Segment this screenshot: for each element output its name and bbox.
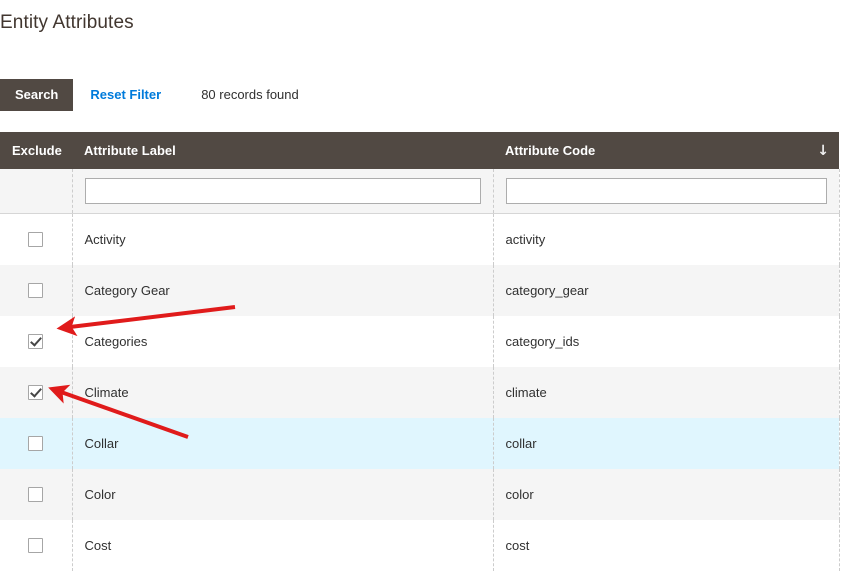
cell-attribute-label: Category Gear (72, 264, 494, 316)
header-row: Exclude Attribute Label Attribute Code ↓ (0, 132, 839, 169)
cell-exclude[interactable] (0, 519, 73, 571)
exclude-checkbox[interactable] (28, 385, 44, 401)
grid-action-bar: Search Reset Filter 80 records found (0, 79, 299, 111)
filter-cell-attribute-code (493, 169, 840, 214)
cell-attribute-label: Collar (72, 417, 494, 469)
column-header-attribute-code-text: Attribute Code (505, 143, 596, 158)
cell-attribute-label: Cost (72, 519, 494, 571)
cell-attribute-code: activity (493, 213, 840, 265)
page-title: Entity Attributes (0, 12, 134, 33)
table-header: Exclude Attribute Label Attribute Code ↓ (0, 132, 839, 169)
exclude-checkbox[interactable] (28, 538, 44, 554)
table-row[interactable]: Color color (0, 468, 840, 520)
filter-input-attribute-code[interactable] (505, 178, 827, 204)
cell-exclude[interactable] (0, 315, 73, 367)
cell-attribute-label: Activity (72, 213, 494, 265)
cell-attribute-label: Climate (72, 366, 494, 418)
cell-attribute-code: color (493, 468, 840, 520)
filter-row (0, 169, 840, 214)
table-row[interactable]: Activity activity (0, 213, 840, 265)
filter-body (0, 169, 840, 214)
table-row[interactable]: Collar collar (0, 417, 840, 469)
exclude-checkbox[interactable] (28, 436, 44, 452)
cell-attribute-label: Color (72, 468, 494, 520)
exclude-checkbox[interactable] (28, 487, 44, 503)
column-header-attribute-label[interactable]: Attribute Label (72, 132, 493, 169)
attributes-table: Exclude Attribute Label Attribute Code ↓… (0, 132, 840, 571)
exclude-checkbox[interactable] (28, 232, 44, 248)
cell-attribute-code: cost (493, 519, 840, 571)
table-body: Activity activity Category Gear category_ge… (0, 213, 840, 571)
cell-exclude[interactable] (0, 213, 73, 265)
search-button[interactable]: Search (0, 79, 74, 111)
table-row[interactable]: Climate climate (0, 366, 840, 418)
records-found-count: 80 records found (201, 87, 299, 102)
table-row[interactable]: Category Gear category_gear (0, 264, 840, 316)
cell-attribute-label: Categories (72, 315, 494, 367)
cell-exclude[interactable] (0, 264, 73, 316)
column-header-attribute-code[interactable]: Attribute Code ↓ (493, 132, 839, 169)
arrow-down-icon[interactable]: ↓ (817, 144, 829, 158)
exclude-checkbox[interactable] (28, 334, 44, 350)
cell-attribute-code: category_gear (493, 264, 840, 316)
cell-exclude[interactable] (0, 366, 73, 418)
exclude-checkbox[interactable] (28, 283, 44, 299)
column-header-exclude[interactable]: Exclude (0, 132, 72, 169)
table-row[interactable]: Cost cost (0, 519, 840, 571)
filter-cell-exclude (0, 169, 73, 214)
cell-attribute-code: category_ids (493, 315, 840, 367)
entity-attributes-grid: Exclude Attribute Label Attribute Code ↓… (0, 132, 840, 571)
table-row[interactable]: Categories category_ids (0, 315, 840, 367)
cell-attribute-code: climate (493, 366, 840, 418)
filter-input-attribute-label[interactable] (84, 178, 481, 204)
cell-exclude[interactable] (0, 417, 73, 469)
reset-filter-link[interactable]: Reset Filter (90, 79, 161, 111)
cell-exclude[interactable] (0, 468, 73, 520)
cell-attribute-code: collar (493, 417, 840, 469)
filter-cell-attribute-label (72, 169, 494, 214)
